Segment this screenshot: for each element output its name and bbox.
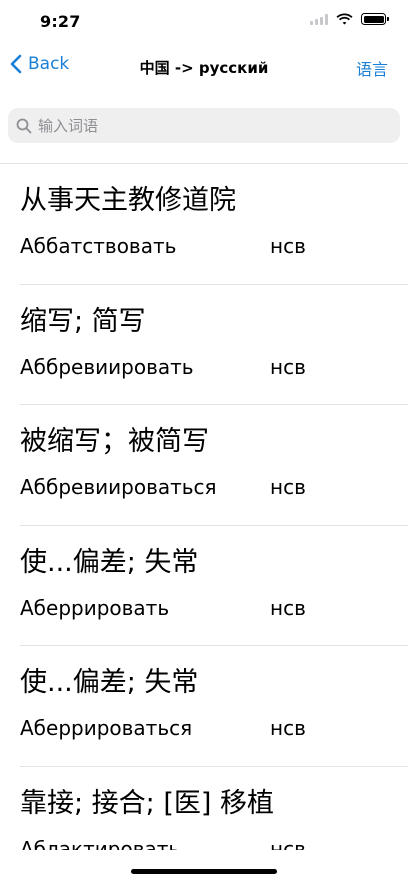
list-item[interactable]: 使...偏差; 失常 Аберрироваться нсв [20,646,408,767]
list-item[interactable]: 靠接; 接合; [医] 移植 Аблактировать нсв [20,767,408,851]
language-button[interactable]: 语言 [356,56,388,80]
entry-aspect: нсв [270,716,306,740]
entry-russian: Аббатствовать [20,234,177,258]
entry-russian: Аберрировать [20,595,170,620]
status-bar: 9:27 [0,0,408,44]
entry-aspect: нсв [270,836,306,851]
entry-russian: Аберрироваться [20,716,193,740]
list-item[interactable]: 使...偏差; 失常 Аберрировать нсв [20,526,408,646]
home-indicator[interactable] [131,869,277,874]
entry-aspect: нсв [270,475,306,499]
wifi-icon [336,13,353,25]
entry-aspect: нсв [270,234,306,258]
list-item[interactable]: 缩写; 简写 Аббревиировать нсв [20,285,408,405]
entry-aspect: нсв [270,354,306,379]
entry-chinese: 使...偏差; 失常 [20,546,199,578]
entry-chinese: 靠接; 接合; [医] 移植 [20,787,275,819]
navigation-bar: Back 中国 -> русский 语言 [0,44,408,88]
search-input[interactable] [38,116,378,135]
list-item[interactable]: 被缩写；被简写 Аббревиироваться нсв [20,405,408,526]
entry-aspect: нсв [270,595,306,620]
entry-russian: Аблактировать [20,836,181,851]
entry-chinese: 从事天主教修道院 [20,185,236,216]
entry-chinese: 使...偏差; 失常 [20,667,199,698]
search-icon [16,118,32,133]
search-bar[interactable] [8,108,400,143]
status-time: 9:27 [40,12,81,31]
entry-russian: Аббревиироваться [20,475,217,499]
page-title: 中国 -> русский [139,59,269,77]
battery-icon [361,13,389,25]
cellular-signal-icon [310,13,328,25]
entry-chinese: 缩写; 简写 [20,305,146,337]
status-icons [310,13,389,25]
entry-russian: Аббревиировать [20,354,194,379]
list-item[interactable]: 从事天主教修道院 Аббатствовать нсв [20,164,408,285]
entry-list[interactable]: 从事天主教修道院 Аббатствовать нсв 缩写; 简写 Аббрев… [0,164,408,850]
screen: 9:27 Back 中国 -> русский 语言 输入词语 从事天主教修道院… [0,0,408,883]
entry-chinese: 被缩写；被简写 [20,426,209,457]
